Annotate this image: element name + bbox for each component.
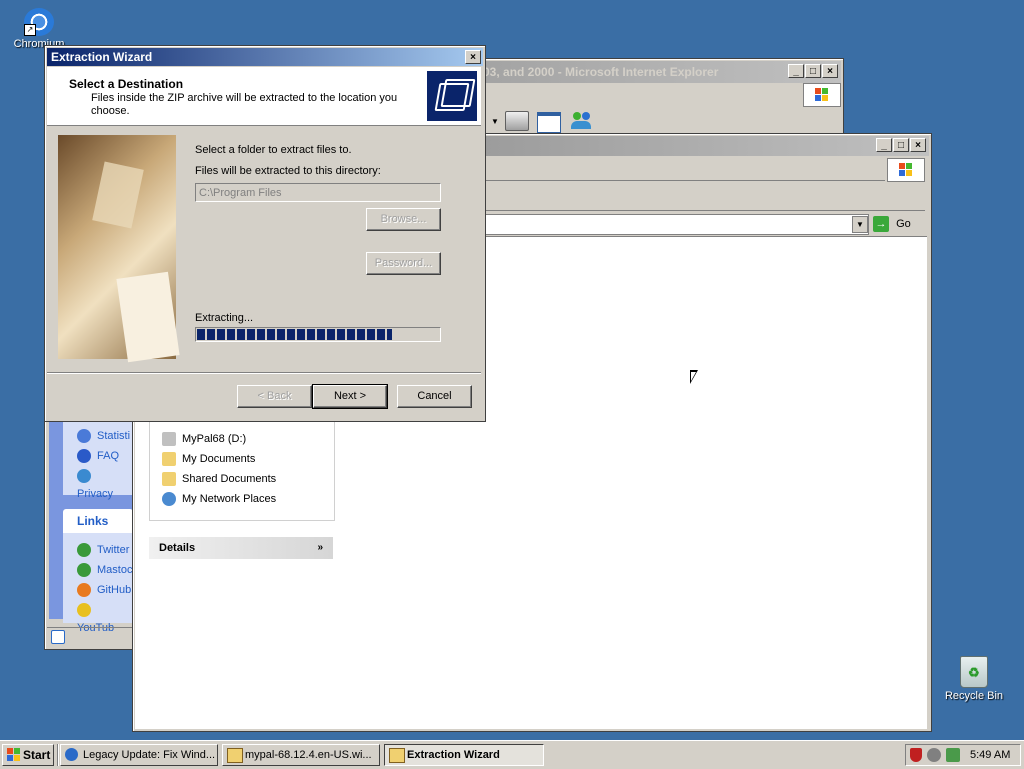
directory-label: Files will be extracted to this director… <box>195 165 381 177</box>
privacy-icon <box>77 469 91 484</box>
drive-icon <box>162 432 176 447</box>
ie-close-button[interactable]: × <box>822 64 838 78</box>
go-button[interactable]: → Go <box>873 214 923 235</box>
wizard-header: Select a Destination Files inside the ZI… <box>47 67 481 126</box>
ie-maximize-button[interactable]: □ <box>805 64 821 78</box>
shield-icon[interactable] <box>910 748 922 762</box>
link-mastodon[interactable]: Mastoc <box>77 561 132 579</box>
windows-logo-icon <box>803 83 841 107</box>
desktop-icon-chromium[interactable]: ↗ Chromium <box>4 8 74 50</box>
people-icon <box>77 543 91 558</box>
link-youtube[interactable]: YouTub <box>77 601 133 634</box>
windows-logo-icon <box>887 158 925 182</box>
sidebar-link-statistics[interactable]: Statisti <box>77 427 130 445</box>
taskbar-item-mypal[interactable]: mypal-68.12.4.en-US.wi... <box>222 744 380 766</box>
help-icon <box>77 449 91 464</box>
place-shared-documents[interactable]: Shared Documents <box>162 470 276 488</box>
ie-icon <box>65 748 78 761</box>
dropdown-arrow-icon[interactable]: ▼ <box>491 117 499 126</box>
sidebar-link-privacy[interactable]: Privacy <box>77 467 133 500</box>
progress-fill <box>197 329 392 340</box>
system-tray: 5:49 AM <box>905 744 1021 766</box>
explorer-minimize-button[interactable]: _ <box>876 138 892 152</box>
ie-links-panel-top: Statisti FAQ Privacy <box>63 419 133 500</box>
link-github[interactable]: GitHub <box>77 581 131 599</box>
ie-page-icon <box>51 630 65 644</box>
go-arrow-icon: → <box>873 216 889 233</box>
destination-path-input[interactable] <box>195 183 441 202</box>
ie-statusbar <box>47 627 135 646</box>
back-button[interactable]: < Back <box>237 385 312 408</box>
chromium-icon: ↗ <box>24 8 54 36</box>
extraction-wizard-window[interactable]: Extraction Wizard × Select a Destination… <box>44 45 486 422</box>
start-button[interactable]: Start <box>2 744 54 766</box>
password-button[interactable]: Password... <box>366 252 441 275</box>
folder-icon <box>162 472 176 487</box>
sidebar-link-faq[interactable]: FAQ <box>77 447 119 465</box>
mouse-cursor-icon <box>690 370 706 384</box>
place-my-documents[interactable]: My Documents <box>162 450 255 468</box>
network-tray-icon[interactable] <box>946 748 960 762</box>
desktop-icon-recycle-bin[interactable]: ♻ Recycle Bin <box>939 656 1009 702</box>
wizard-heading: Select a Destination <box>69 77 184 91</box>
taskbar-separator <box>57 744 59 766</box>
butterfly-icon <box>77 583 91 598</box>
edit-icon[interactable] <box>537 112 561 133</box>
next-button[interactable]: Next > <box>312 384 388 409</box>
address-dropdown-button[interactable]: ▼ <box>852 216 868 233</box>
cancel-button[interactable]: Cancel <box>397 385 472 408</box>
recycle-bin-icon: ♻ <box>960 656 988 688</box>
network-icon <box>162 492 176 507</box>
taskbar-item-extraction-wizard[interactable]: Extraction Wizard <box>384 744 544 766</box>
place-my-network-places[interactable]: My Network Places <box>162 490 276 508</box>
print-icon[interactable] <box>505 111 529 131</box>
explorer-close-button[interactable]: × <box>910 138 926 152</box>
taskbar-item-legacy-update[interactable]: Legacy Update: Fix Wind... <box>60 744 218 766</box>
statistics-icon <box>77 429 91 444</box>
other-places-panel: MyPal68 (D:) My Documents Shared Documen… <box>149 422 335 521</box>
wizard-close-button[interactable]: × <box>465 50 481 64</box>
ie-title: 03, and 2000 - Microsoft Internet Explor… <box>483 65 719 79</box>
select-folder-label: Select a folder to extract files to. <box>195 144 352 156</box>
folder-icon <box>389 748 405 763</box>
extraction-progress-bar <box>195 327 441 342</box>
wizard-subheading: Files inside the ZIP archive will be ext… <box>91 92 398 117</box>
security-center-icon[interactable] <box>927 748 941 762</box>
people-icon <box>77 563 91 578</box>
collapse-chevron-icon[interactable]: » <box>317 537 323 559</box>
extracting-label: Extracting... <box>195 312 254 324</box>
ie-links-panel: Twitter Mastoc GitHub YouTub <box>63 533 133 634</box>
browse-button[interactable]: Browse... <box>366 208 441 231</box>
place-mypal-drive[interactable]: MyPal68 (D:) <box>162 430 246 448</box>
desktop-icon-label: Recycle Bin <box>944 690 1004 702</box>
wizard-titlebar[interactable]: Extraction Wizard <box>47 48 483 66</box>
details-header[interactable]: Details » <box>149 537 333 559</box>
windows-flag-icon <box>7 748 21 762</box>
clock: 5:49 AM <box>970 749 1011 761</box>
messenger-icon[interactable] <box>571 110 593 130</box>
explorer-maximize-button[interactable]: □ <box>893 138 909 152</box>
wizard-title: Extraction Wizard <box>51 50 153 64</box>
wizard-side-image <box>58 135 180 363</box>
wizard-separator <box>47 372 481 374</box>
ie-minimize-button[interactable]: _ <box>788 64 804 78</box>
media-icon <box>77 603 91 618</box>
archive-icon <box>227 748 243 763</box>
documents-folder-icon <box>162 452 176 467</box>
link-twitter[interactable]: Twitter <box>77 541 129 559</box>
links-header[interactable]: Links <box>63 509 133 533</box>
folder-zip-icon <box>427 71 477 121</box>
